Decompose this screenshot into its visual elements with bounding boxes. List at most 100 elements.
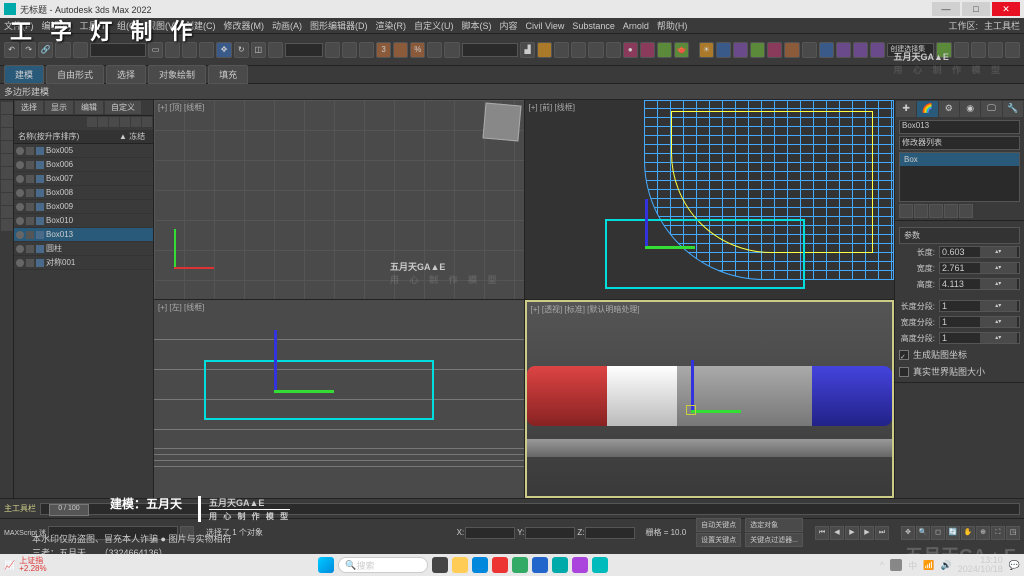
sp-tab-edit[interactable]: 编辑	[75, 101, 103, 114]
freeze-icon[interactable]	[26, 203, 34, 211]
eye-icon[interactable]	[16, 217, 24, 225]
extra-tool-1[interactable]: ☀	[699, 42, 714, 58]
explorer-icon[interactable]	[452, 557, 468, 573]
viewport-left[interactable]: [+] [左] [线框]	[154, 300, 524, 499]
ribbon-button[interactable]	[571, 42, 586, 58]
hseg-spinner[interactable]: 1▴▾	[939, 332, 1020, 344]
app-icon-4[interactable]	[532, 557, 548, 573]
lt-6[interactable]	[1, 167, 13, 179]
move-gizmo[interactable]	[691, 360, 694, 410]
list-item[interactable]: Box005	[14, 144, 153, 158]
sp-tab-select[interactable]: 选择	[15, 101, 43, 114]
wseg-spinner[interactable]: 1▴▾	[939, 316, 1020, 328]
sp-btn-6[interactable]	[142, 117, 152, 127]
menu-anim[interactable]: 动画(A)	[272, 19, 302, 32]
sp-btn-4[interactable]	[120, 117, 130, 127]
vp-nav-2[interactable]: 🔍	[916, 526, 930, 540]
sp-btn-5[interactable]	[131, 117, 141, 127]
eye-icon[interactable]	[16, 189, 24, 197]
move-button[interactable]: ✥	[216, 42, 231, 58]
lt-7[interactable]	[1, 180, 13, 192]
menu-substance[interactable]: Substance	[572, 21, 615, 31]
wifi-icon[interactable]: 📶	[923, 560, 934, 571]
cp-display-tab[interactable]: 🖵	[981, 101, 1001, 117]
maximize-button[interactable]: □	[962, 2, 990, 16]
named-sel-dropdown[interactable]	[462, 43, 518, 57]
render-button[interactable]: 🫖	[674, 42, 689, 58]
object-name-field[interactable]: Box013	[899, 120, 1020, 134]
tab-modeling[interactable]: 建模	[4, 65, 44, 84]
play-button[interactable]: ▶	[845, 526, 859, 540]
menu-help[interactable]: 帮助(H)	[657, 19, 688, 32]
menu-civil[interactable]: Civil View	[526, 21, 565, 31]
extra-tool-8[interactable]	[819, 42, 834, 58]
tray-icon[interactable]	[890, 559, 902, 571]
sp-btn-2[interactable]	[98, 117, 108, 127]
keyboard-button[interactable]	[359, 42, 374, 58]
config-button[interactable]	[959, 204, 973, 218]
tray-chevron-icon[interactable]: ^	[880, 560, 884, 570]
placement-button[interactable]	[268, 42, 283, 58]
sp-tab-display[interactable]: 显示	[45, 101, 73, 114]
angle-snap[interactable]	[393, 42, 408, 58]
freeze-icon[interactable]	[26, 231, 34, 239]
lt-4[interactable]	[1, 141, 13, 153]
show-end-button[interactable]	[914, 204, 928, 218]
lt-3[interactable]	[1, 128, 13, 140]
cp-modify-tab[interactable]: 🌈	[917, 101, 937, 117]
snap-toggle[interactable]: 3	[376, 42, 391, 58]
extra-tool-12[interactable]	[936, 42, 951, 58]
tab-objpaint[interactable]: 对象绘制	[148, 65, 206, 84]
setkey-button[interactable]: 设置关键点	[696, 533, 741, 547]
vp-nav-7[interactable]: ⛶	[991, 526, 1005, 540]
filter-dropdown[interactable]: 选定对象	[745, 518, 803, 532]
sp-btn-1[interactable]	[87, 117, 97, 127]
start-button[interactable]	[318, 557, 334, 573]
freeze-icon[interactable]	[26, 147, 34, 155]
realworld-checkbox[interactable]	[899, 367, 909, 377]
menu-modifier[interactable]: 修改器(M)	[224, 19, 265, 32]
extra-tool-2[interactable]	[716, 42, 731, 58]
extra-tool-7[interactable]	[802, 42, 817, 58]
vp-nav-8[interactable]: ◳	[1006, 526, 1020, 540]
manipulate-button[interactable]	[342, 42, 357, 58]
remove-mod-button[interactable]	[944, 204, 958, 218]
eye-icon[interactable]	[16, 147, 24, 155]
schematic-button[interactable]	[606, 42, 621, 58]
lt-1[interactable]	[1, 102, 13, 114]
layer-button[interactable]	[554, 42, 569, 58]
cp-utility-tab[interactable]: 🔧	[1003, 101, 1023, 117]
y-input[interactable]	[525, 527, 575, 539]
extra-tool-16[interactable]	[1005, 42, 1020, 58]
lt-5[interactable]	[1, 154, 13, 166]
sp-col-frozen[interactable]: ▲ 冻结	[119, 131, 149, 142]
keyfilter-button[interactable]: 关键点过滤器...	[745, 533, 803, 547]
unique-button[interactable]	[929, 204, 943, 218]
lt-2[interactable]	[1, 115, 13, 127]
rollout-header[interactable]: 参数	[899, 227, 1020, 244]
extra-tool-15[interactable]	[988, 42, 1003, 58]
vp-nav-6[interactable]: ⊕	[976, 526, 990, 540]
eye-icon[interactable]	[16, 161, 24, 169]
list-item[interactable]: Box010	[14, 214, 153, 228]
create-sel-dropdown[interactable]: 创建选择集	[887, 43, 934, 57]
eye-icon[interactable]	[16, 231, 24, 239]
freeze-icon[interactable]	[26, 217, 34, 225]
freeze-icon[interactable]	[26, 245, 34, 253]
material-editor-button[interactable]: ●	[623, 42, 638, 58]
autokey-button[interactable]: 自动关键点	[696, 518, 741, 532]
vp-nav-3[interactable]: ◻	[931, 526, 945, 540]
list-item[interactable]: 圆柱	[14, 242, 153, 256]
prev-frame-button[interactable]: ◀	[830, 526, 844, 540]
align-button[interactable]	[537, 42, 552, 58]
freeze-icon[interactable]	[26, 175, 34, 183]
ref-coord-dropdown[interactable]	[285, 43, 323, 57]
minimize-button[interactable]: —	[932, 2, 960, 16]
workspace-value[interactable]: 主工具栏	[984, 19, 1020, 32]
extra-tool-14[interactable]	[971, 42, 986, 58]
menu-content[interactable]: 内容	[500, 19, 518, 32]
timeline-track[interactable]: 0 / 100	[40, 503, 1020, 515]
app-icon-2[interactable]	[492, 557, 508, 573]
curve-editor-button[interactable]	[588, 42, 603, 58]
tab-freeform[interactable]: 自由形式	[46, 65, 104, 84]
